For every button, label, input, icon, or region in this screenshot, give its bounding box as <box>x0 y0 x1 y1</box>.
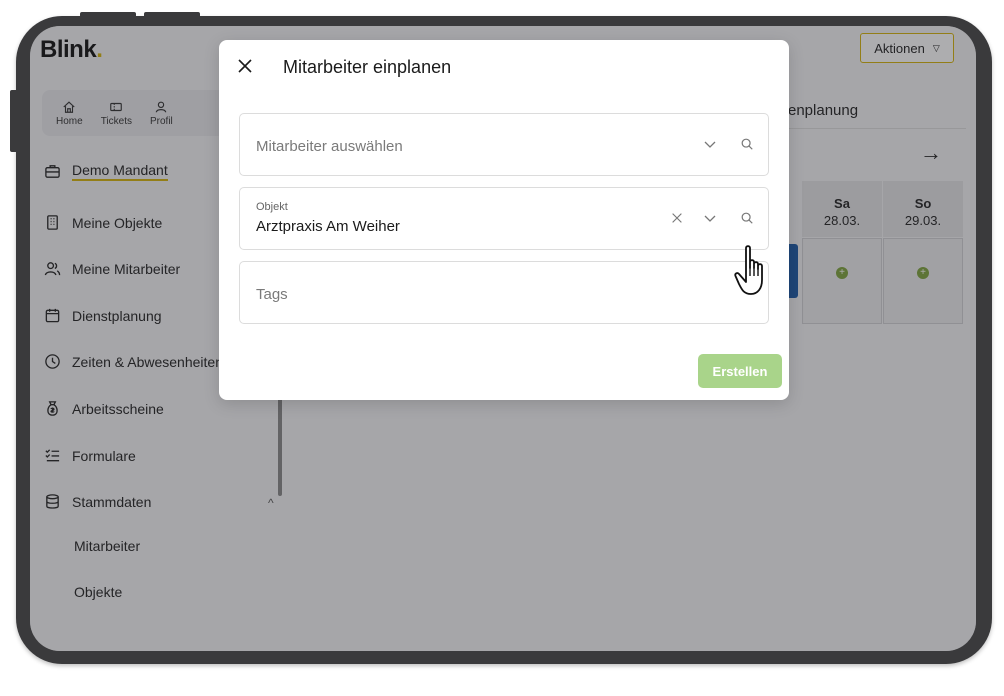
close-icon[interactable] <box>235 56 255 76</box>
search-icon[interactable] <box>740 137 754 151</box>
tablet-top-button <box>80 12 136 18</box>
clear-icon[interactable] <box>670 211 684 225</box>
tablet-side-button <box>10 90 18 152</box>
chevron-down-icon[interactable] <box>702 210 718 226</box>
employee-select-placeholder: Mitarbeiter auswählen <box>256 138 403 155</box>
object-field-value: Arztpraxis Am Weiher <box>256 218 400 235</box>
modal-title: Mitarbeiter einplanen <box>283 57 452 77</box>
assign-employee-modal: Mitarbeiter einplanen Mitarbeiter auswäh… <box>219 40 789 400</box>
object-field-label: Objekt <box>256 201 288 213</box>
tags-placeholder: Tags <box>256 286 288 303</box>
hand-pointer-cursor-icon <box>734 245 763 295</box>
tablet-top-button-2 <box>144 12 200 18</box>
employee-select[interactable]: Mitarbeiter auswählen <box>239 113 769 176</box>
tags-input[interactable]: Tags <box>239 261 769 324</box>
create-button[interactable]: Erstellen <box>698 354 782 388</box>
search-icon[interactable] <box>740 211 754 225</box>
object-select[interactable]: Objekt Arztpraxis Am Weiher <box>239 187 769 250</box>
chevron-down-icon[interactable] <box>702 136 718 152</box>
